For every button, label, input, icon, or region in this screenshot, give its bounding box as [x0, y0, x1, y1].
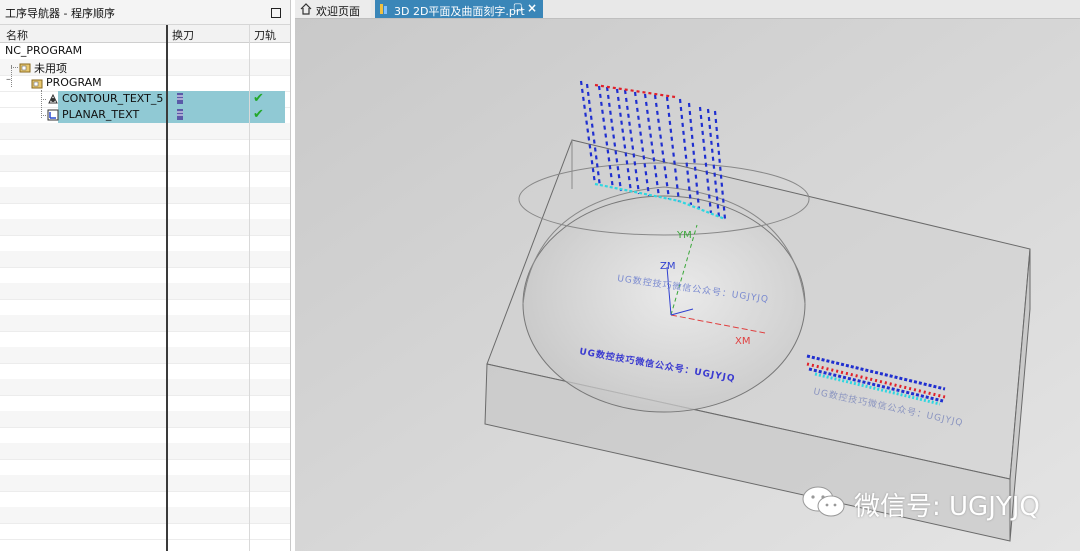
tree-row-unused[interactable]: 未用项 [0, 59, 290, 76]
tree-row-program[interactable]: – PROGRAM [0, 74, 290, 92]
tool-icon [177, 93, 183, 104]
empty-row [0, 523, 290, 540]
wechat-icon [802, 486, 845, 517]
operation-name: PLANAR_TEXT [62, 108, 140, 121]
empty-row [0, 443, 290, 460]
planar-operation-icon [47, 109, 59, 121]
column-tool-change[interactable]: 换刀 [172, 27, 194, 43]
folder-icon [31, 79, 43, 89]
tab-welcome[interactable]: 欢迎页面 [295, 0, 371, 18]
tree-root-label: NC_PROGRAM [5, 44, 83, 57]
empty-row [0, 267, 290, 284]
tree-line [41, 90, 42, 118]
tree-row-root[interactable]: NC_PROGRAM [0, 43, 290, 60]
empty-row [0, 459, 290, 476]
empty-row [0, 139, 290, 156]
column-divider[interactable] [249, 25, 250, 551]
empty-row [0, 219, 290, 236]
tree-line [41, 115, 46, 116]
empty-row [0, 203, 290, 220]
operation-navigator: 工序导航器 - 程序顺序 名称 换刀 刀轨 NC_PROGRAM 未用项 – P… [0, 0, 291, 551]
graphics-viewport[interactable]: XM YM ZM UG数控技巧微信公众号：UGJYJQ UG数控技巧微信公众号：… [295, 19, 1080, 551]
tree-line [41, 99, 46, 100]
column-name[interactable]: 名称 [6, 27, 28, 43]
tree-unused-label: 未用项 [34, 62, 67, 75]
navigator-title: 工序导航器 - 程序顺序 [5, 7, 115, 20]
tree-line [11, 67, 18, 68]
operation-name: CONTOUR_TEXT_5 [62, 92, 164, 105]
tree-line [11, 65, 12, 87]
empty-row [0, 123, 290, 140]
part-icon [380, 4, 387, 14]
axis-label-y: YM [676, 230, 692, 241]
close-icon[interactable]: × [527, 1, 537, 15]
toolpath-ok-icon: ✔ [253, 91, 264, 106]
axis-label-z: ZM [660, 261, 675, 272]
navigator-title-bar: 工序导航器 - 程序顺序 [0, 0, 290, 25]
empty-row [0, 347, 290, 364]
watermark-text: 微信号: UGJYJQ [854, 492, 1040, 522]
folder-icon [19, 63, 31, 73]
empty-row [0, 427, 290, 444]
empty-row [0, 331, 290, 348]
empty-row [0, 379, 290, 396]
column-divider[interactable] [166, 25, 168, 551]
3d-scene[interactable]: XM YM ZM UG数控技巧微信公众号：UGJYJQ UG数控技巧微信公众号：… [295, 19, 1080, 551]
axis-label-x: XM [735, 336, 750, 347]
empty-row [0, 299, 290, 316]
empty-row [0, 507, 290, 524]
empty-row [0, 235, 290, 252]
empty-row [0, 187, 290, 204]
empty-row [0, 411, 290, 428]
empty-row [0, 171, 290, 188]
empty-row [0, 395, 290, 412]
empty-row [0, 283, 290, 300]
toolpath-ok-icon: ✔ [253, 107, 264, 122]
empty-row [0, 363, 290, 380]
tab-label: 3D 2D平面及曲面刻字.prt [394, 5, 525, 18]
empty-row [0, 475, 290, 492]
tab-part-file[interactable]: 3D 2D平面及曲面刻字.prt ▢ × [375, 0, 543, 18]
column-toolpath[interactable]: 刀轨 [254, 27, 276, 43]
empty-row [0, 251, 290, 268]
empty-row [0, 491, 290, 508]
empty-row [0, 155, 290, 172]
column-header: 名称 换刀 刀轨 [0, 25, 290, 43]
pin-icon[interactable]: ▢ [513, 2, 522, 13]
home-icon [300, 3, 312, 15]
tool-icon [177, 109, 183, 120]
document-tabs: 欢迎页面 3D 2D平面及曲面刻字.prt ▢ × [295, 0, 1080, 19]
empty-row [0, 315, 290, 332]
contour-operation-icon [48, 93, 58, 104]
maximize-icon[interactable] [271, 8, 281, 18]
tab-label: 欢迎页面 [316, 5, 360, 18]
tree-program-label: PROGRAM [46, 76, 102, 89]
